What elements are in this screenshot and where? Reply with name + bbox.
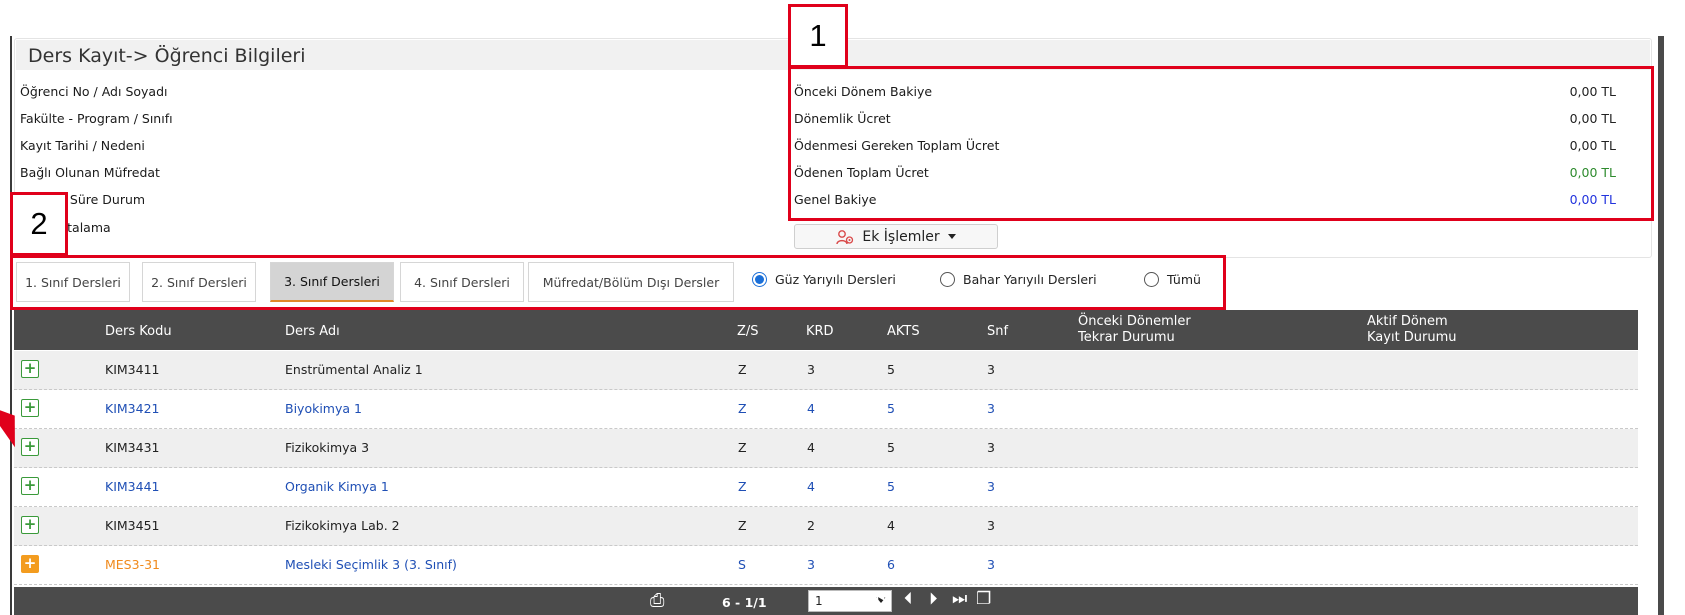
annotation-box-2: [10, 255, 1226, 310]
curriculum-label: Bağlı Olunan Müfredat: [20, 165, 160, 180]
row-zs: Z: [738, 440, 747, 455]
prev-page-icon[interactable]: ⏴: [904, 589, 913, 609]
row-code: MES3-31: [105, 557, 160, 572]
row-name: Organik Kimya 1: [285, 479, 389, 494]
row-snf: 3: [987, 518, 995, 533]
col-snf[interactable]: Snf: [987, 324, 1008, 340]
col-krd[interactable]: KRD: [806, 324, 834, 340]
copy-icon[interactable]: ❐: [976, 589, 991, 609]
ek-islemler-label: Ek İşlemler: [862, 228, 940, 245]
table-row: + KIM3411 Enstrümental Analiz 1 Z 3 5 3: [14, 351, 1638, 390]
table-row: + KIM3451 Fizikokimya Lab. 2 Z 2 4 3: [14, 507, 1638, 546]
course-grid-header: Ders Kodu Ders Adı Z/S KRD AKTS Snf Önce…: [14, 310, 1638, 350]
col-akts[interactable]: AKTS: [887, 324, 920, 340]
row-zs: Z: [738, 401, 747, 416]
row-code: KIM3441: [105, 479, 160, 494]
row-snf: 3: [987, 440, 995, 455]
print-icon[interactable]: ⎙: [650, 590, 664, 611]
page-select-value: 1: [815, 594, 823, 608]
row-code: KIM3411: [105, 362, 160, 377]
row-snf: 3: [987, 557, 995, 572]
add-course-icon[interactable]: +: [21, 477, 39, 495]
add-elective-icon[interactable]: +: [21, 555, 39, 573]
row-name: Biyokimya 1: [285, 401, 362, 416]
col-prev-line2[interactable]: Tekrar Durumu: [1078, 330, 1175, 346]
duration-status-label: n Süre Durum: [58, 192, 146, 207]
annotation-marker-2: 2: [10, 192, 68, 256]
page-title: Ders Kayıt-> Öğrenci Bilgileri: [28, 45, 306, 67]
row-akts: 6: [887, 557, 895, 572]
first-page-icon[interactable]: ⏮: [876, 589, 891, 609]
annotation-box-1: [788, 66, 1654, 221]
ek-islemler-button[interactable]: Ek İşlemler: [794, 224, 998, 249]
col-ders-adi[interactable]: Ders Adı: [285, 324, 340, 340]
row-zs: Z: [738, 479, 747, 494]
add-course-icon[interactable]: +: [21, 399, 39, 417]
row-akts: 4: [887, 518, 895, 533]
row-code: KIM3431: [105, 440, 160, 455]
row-zs: S: [738, 557, 746, 572]
row-krd: 3: [807, 557, 815, 572]
table-row: + KIM3431 Fizikokimya 3 Z 4 5 3: [14, 429, 1638, 468]
annotation-marker-1: 1: [788, 4, 848, 68]
chevron-down-icon: [947, 234, 956, 239]
col-ders-kodu[interactable]: Ders Kodu: [105, 324, 172, 340]
table-row: + MES3-31 Mesleki Seçimlik 3 (3. Sınıf) …: [14, 546, 1638, 585]
add-course-icon[interactable]: +: [21, 360, 39, 378]
row-code: KIM3421: [105, 401, 160, 416]
col-active-line1[interactable]: Aktif Dönem: [1367, 314, 1448, 330]
faculty-program-label: Fakülte - Program / Sınıfı: [20, 111, 173, 126]
pager-info: 6 - 1/1: [722, 595, 767, 610]
row-krd: 4: [807, 479, 815, 494]
row-akts: 5: [887, 440, 895, 455]
row-name: Fizikokimya Lab. 2: [285, 518, 400, 533]
row-name: Fizikokimya 3: [285, 440, 370, 455]
row-snf: 3: [987, 401, 995, 416]
row-name: Mesleki Seçimlik 3 (3. Sınıf): [285, 557, 457, 572]
table-row: + KIM3441 Organik Kimya 1 Z 4 5 3: [14, 468, 1638, 507]
table-row: + KIM3421 Biyokimya 1 Z 4 5 3: [14, 390, 1638, 429]
col-zs[interactable]: Z/S: [737, 324, 759, 340]
row-akts: 5: [887, 362, 895, 377]
grid-pager: ⎙ 6 - 1/1 1 ⏮ ⏴ ⏵ ⏭ ❐: [14, 587, 1638, 615]
row-krd: 2: [807, 518, 815, 533]
col-active-line2[interactable]: Kayıt Durumu: [1367, 330, 1457, 346]
row-akts: 5: [887, 401, 895, 416]
add-course-icon[interactable]: +: [21, 516, 39, 534]
row-krd: 3: [807, 362, 815, 377]
row-akts: 5: [887, 479, 895, 494]
row-zs: Z: [738, 362, 747, 377]
row-zs: Z: [738, 518, 747, 533]
col-prev-line1[interactable]: Önceki Dönemler: [1078, 314, 1191, 330]
row-snf: 3: [987, 362, 995, 377]
last-page-icon[interactable]: ⏭: [952, 589, 967, 609]
left-border: [10, 36, 12, 615]
right-scroll-rail[interactable]: [1658, 36, 1664, 615]
registration-date-label: Kayıt Tarihi / Nedeni: [20, 138, 145, 153]
row-krd: 4: [807, 440, 815, 455]
student-no-name-label: Öğrenci No / Adı Soyadı: [20, 84, 168, 99]
users-gear-icon: [836, 229, 854, 245]
row-snf: 3: [987, 479, 995, 494]
average-label: rtalama: [62, 220, 111, 235]
row-krd: 4: [807, 401, 815, 416]
row-code: KIM3451: [105, 518, 160, 533]
row-name: Enstrümental Analiz 1: [285, 362, 423, 377]
next-page-icon[interactable]: ⏵: [929, 589, 938, 609]
